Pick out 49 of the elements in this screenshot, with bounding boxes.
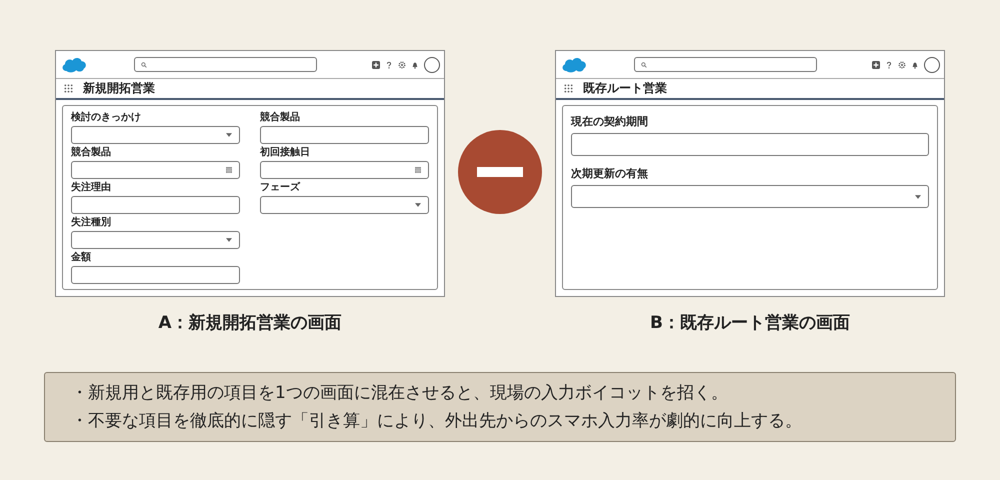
input-field[interactable] [71,266,240,284]
input-field[interactable] [571,133,929,156]
app-launcher-icon[interactable] [564,84,573,93]
input-field[interactable] [71,196,240,214]
help-icon[interactable] [385,60,393,68]
dropdown-field[interactable] [71,126,240,144]
field-label: 現在の契約期間 [571,116,649,128]
bell-icon[interactable] [411,60,419,68]
field-label: 失注理由 [71,182,112,194]
bell-icon[interactable] [911,60,919,68]
minus-icon [458,130,542,214]
date-field[interactable] [260,161,429,179]
bullet-text: ・新規用と既存用の項目を1つの画面に混在させると、現場の入力ボイコットを招く。 [71,382,729,405]
add-icon[interactable] [872,60,880,68]
field-label: 検討のきっかけ [71,112,142,124]
screen-caption: B：既存ルート営業の画面 [650,312,850,334]
search-icon [641,62,647,68]
dropdown-field[interactable] [71,231,240,249]
caret-icon [915,194,921,198]
dropdown-field[interactable] [260,196,429,214]
caret-icon [226,238,232,242]
bullet-text: ・不要な項目を徹底的に隠す「引き算」により、外出先からのスマホ入力率が劇的に向上する。 [71,410,803,433]
field-label: 競合製品 [71,147,112,159]
app-launcher-icon[interactable] [64,84,73,93]
input-field[interactable] [260,126,429,144]
app-title: 新規開拓営業 [83,80,155,97]
help-icon[interactable] [885,60,893,68]
search-icon [141,62,147,68]
field-label: 初回接触日 [260,147,311,159]
caret-icon [415,203,421,207]
field-label: フェーズ [260,182,302,194]
avatar[interactable] [924,56,940,72]
search-field[interactable] [634,57,817,72]
field-label: 金額 [71,252,92,264]
caret-icon [226,133,232,137]
date-field[interactable] [71,161,240,179]
field-label: 次期更新の有無 [571,168,649,180]
field-label: 失注種別 [71,217,112,229]
dropdown-field[interactable] [571,185,929,208]
cloud-logo-icon [560,56,588,74]
avatar[interactable] [424,56,440,72]
settings-icon[interactable] [898,60,906,68]
screen-caption: A：新規開拓営業の画面 [158,312,342,334]
field-label: 競合製品 [260,112,301,124]
settings-icon[interactable] [398,60,406,68]
cloud-logo-icon [60,56,88,74]
add-icon[interactable] [372,60,380,68]
search-field[interactable] [134,57,317,72]
app-title: 既存ルート営業 [583,80,667,97]
